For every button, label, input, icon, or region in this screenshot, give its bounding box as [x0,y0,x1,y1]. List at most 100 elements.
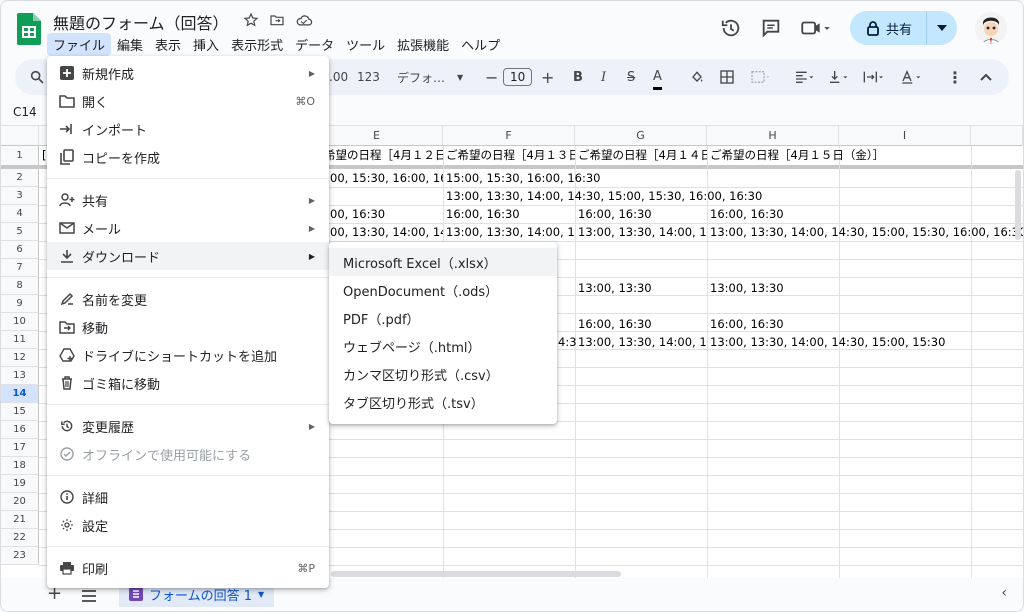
row-header[interactable]: 7 [1,259,39,277]
menu-item-rename[interactable]: 名前を変更 [47,285,329,313]
share-button[interactable]: 共有 [850,11,927,45]
cell[interactable]: 15:00, 15:30, 16:00, 16:30 [443,169,601,187]
cell[interactable]: 13:00, 13:30, 14:00, 14:30, 15:00, 15:30… [443,187,762,205]
cell[interactable]: 00, 13:30, 14:00, 14:3 [327,223,443,241]
column-header-h[interactable]: H [707,126,839,146]
text-color-button[interactable]: A [653,65,662,90]
select-all-corner[interactable] [1,126,39,146]
menu-data[interactable]: データ [289,33,340,56]
text-rotation-icon[interactable] [899,59,923,95]
menu-item-download[interactable]: ダウンロード ▶ [47,242,329,270]
row-header[interactable]: 1 [1,146,39,166]
menu-insert[interactable]: 挿入 [187,33,225,56]
merge-cells-icon[interactable] [749,59,771,95]
meet-icon[interactable] [800,17,832,39]
font-size-decrease-button[interactable]: − [485,59,498,95]
share-dropdown[interactable] [927,25,957,31]
menu-item-version-history[interactable]: 変更履歴 ▶ [47,412,329,440]
align-left-icon[interactable] [793,59,815,95]
row-header[interactable]: 9 [1,295,39,313]
cell[interactable]: 00, 16:30 [327,205,385,223]
number-format-button[interactable]: 123 [357,59,380,95]
row-header[interactable]: 3 [1,187,39,205]
cell[interactable]: ご希望の日程［4月１４日 [575,146,707,164]
row-header[interactable]: 14 [1,385,39,403]
row-header[interactable]: 10 [1,313,39,331]
menu-format[interactable]: 表示形式 [225,33,289,56]
history-icon[interactable] [720,17,742,39]
column-header-j[interactable] [971,126,1023,146]
name-box[interactable]: C14 [13,105,37,119]
menu-item-share[interactable]: 共有 ▶ [47,186,329,214]
menu-item-trash[interactable]: ゴミ箱に移動 [47,369,329,397]
search-icon[interactable] [29,59,45,95]
vertical-align-icon[interactable] [827,59,849,95]
sheets-logo[interactable] [17,13,41,45]
cell[interactable]: 16:00, 16:30 [707,315,784,333]
font-size-field[interactable]: 10 [503,59,533,95]
column-header-g[interactable]: G [575,126,707,146]
fill-color-icon[interactable] [689,59,705,95]
row-header[interactable]: 8 [1,277,39,295]
column-header-i[interactable]: I [839,126,971,146]
row-header[interactable]: 5 [1,223,39,241]
menu-item-settings[interactable]: 設定 [47,511,329,539]
row-header[interactable]: 21 [1,511,39,529]
move-folder-icon[interactable] [269,12,285,28]
download-csv[interactable]: カンマ区切り形式（.csv） [329,360,557,388]
menu-item-import[interactable]: インポート [47,115,329,143]
menu-help[interactable]: ヘルプ [455,33,506,56]
avatar[interactable] [975,12,1007,44]
document-title[interactable]: 無題のフォーム（回答） [53,10,229,34]
menu-item-copy[interactable]: コピーを作成 [47,143,329,171]
row-header[interactable]: 22 [1,529,39,547]
cell[interactable]: 13:00, 13:30, 14:00, 14:3 [575,333,707,351]
font-size-increase-button[interactable]: + [541,59,554,95]
bold-button[interactable]: B [573,59,583,95]
row-header[interactable]: 12 [1,349,39,367]
menu-view[interactable]: 表示 [149,33,187,56]
row-header[interactable]: 17 [1,439,39,457]
cell[interactable]: ご希望の日程［4月１３日 [443,146,575,164]
download-ods[interactable]: OpenDocument（.ods） [329,276,557,304]
strikethrough-button[interactable]: S [627,59,635,95]
comment-icon[interactable] [760,17,782,39]
cell[interactable]: 13:00, 13:30, 14:00, 14:30, 15:00, 15:30… [707,223,1023,241]
cell[interactable]: 希望の日程［4月１２日 [321,146,443,164]
row-header[interactable]: 23 [1,547,39,565]
download-tsv[interactable]: タブ区切り形式（.tsv） [329,388,557,416]
text-wrap-icon[interactable] [861,59,885,95]
menu-extensions[interactable]: 拡張機能 [391,33,455,56]
all-sheets-icon[interactable] [81,587,97,606]
cloud-status-icon[interactable] [295,12,313,28]
collapse-toolbar-icon[interactable] [979,59,993,95]
cell[interactable]: 13:00, 13:30 [707,279,784,297]
menu-edit[interactable]: 編集 [111,33,149,56]
menu-item-open[interactable]: 開く ⌘O [47,87,329,115]
cell[interactable]: 13:00, 13:30, 14:00, 14:3 [575,223,707,241]
menu-file[interactable]: ファイル [47,33,112,56]
horizontal-scrollbar[interactable] [331,571,621,577]
cell[interactable]: 4:3 [555,333,577,351]
download-html[interactable]: ウェブページ（.html） [329,332,557,360]
star-icon[interactable] [243,12,259,28]
cell[interactable]: 00, 15:30, 16:00, 16:3 [327,169,443,187]
vertical-scrollbar[interactable] [1015,170,1021,240]
menu-item-print[interactable]: 印刷 ⌘P [47,554,329,582]
menu-item-new[interactable]: 新規作成 ▶ [47,59,329,87]
row-header[interactable]: 2 [1,169,39,187]
cell[interactable]: 16:00, 16:30 [575,205,652,223]
italic-button[interactable]: I [601,59,606,95]
menu-item-move[interactable]: 移動 [47,313,329,341]
sidebar-toggle-icon[interactable]: ‹ [1001,585,1007,601]
download-xlsx[interactable]: Microsoft Excel（.xlsx） [329,248,557,276]
cell[interactable]: 13:00, 13:30, 14:00, 14:30, 15:00, 15:30 [707,333,945,351]
decimal-button[interactable]: .00 [329,59,348,95]
cell[interactable]: 13:00, 13:30 [575,279,652,297]
row-header[interactable]: 15 [1,403,39,421]
menu-item-offline[interactable]: オフラインで使用可能にする [47,440,329,468]
row-header[interactable]: 16 [1,421,39,439]
menu-tools[interactable]: ツール [340,33,391,56]
cell[interactable]: [ [39,146,47,164]
row-header[interactable]: 19 [1,475,39,493]
